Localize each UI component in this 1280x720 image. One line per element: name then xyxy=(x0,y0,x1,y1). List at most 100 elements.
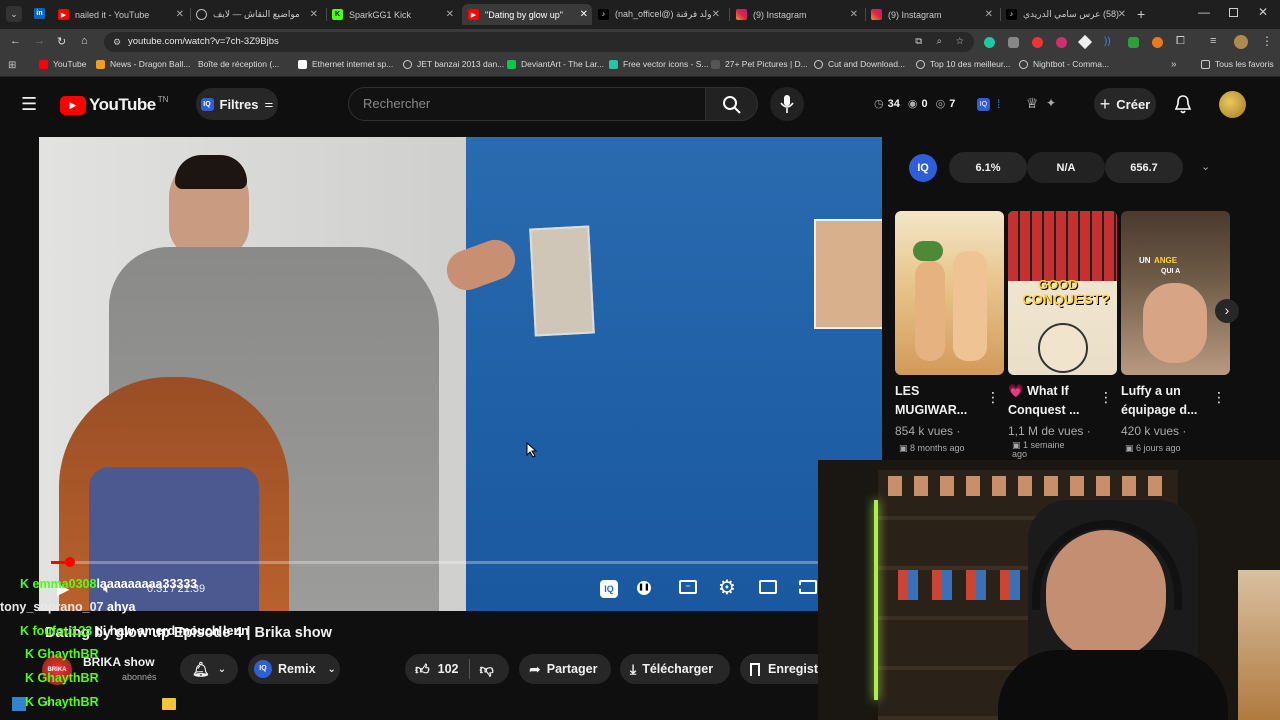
dislike-button[interactable]: 👎︎ xyxy=(480,661,494,678)
apps-grid-icon[interactable]: ⊞ xyxy=(8,60,16,71)
recommendation-title[interactable]: LES MUGIWAR... xyxy=(895,382,987,420)
extension-icon[interactable] xyxy=(984,37,995,48)
tab-close-icon[interactable]: ✕ xyxy=(580,9,588,20)
more-options-icon[interactable]: ⋮ xyxy=(1212,389,1226,406)
recommendation-thumbnail[interactable]: GOOD CONQUEST? xyxy=(1008,211,1117,375)
create-button[interactable]: + Créer xyxy=(1094,88,1156,120)
more-options-icon[interactable]: ⋮ xyxy=(1099,389,1113,406)
extensions-puzzle-icon[interactable]: ⧠ xyxy=(1176,35,1185,48)
iq-badge[interactable]: IQ xyxy=(909,154,937,182)
trophy-icon[interactable]: ♕ xyxy=(1026,95,1039,112)
recommendation-title[interactable]: 💗 What If Conquest ... xyxy=(1008,382,1100,420)
tab-3-active[interactable]: ▶ "Dating by glow up" ✕ xyxy=(462,4,592,25)
site-info-icon[interactable]: ⚙ xyxy=(113,32,121,52)
close-window-icon[interactable]: ✕ xyxy=(1258,5,1268,19)
recommendation-thumbnail[interactable] xyxy=(895,211,1004,375)
bookmark-inbox[interactable]: Boîte de réception (... xyxy=(198,59,279,69)
extension-icon[interactable] xyxy=(1128,37,1139,48)
bookmarks-overflow-icon[interactable]: » xyxy=(1171,59,1177,70)
tab-1[interactable]: مواضيع النقاش — لايف ✕ xyxy=(196,4,322,25)
bookmark-star-icon[interactable]: ☆ xyxy=(955,32,964,52)
notification-bell-button[interactable]: 🔔︎ ⌄ xyxy=(180,654,238,684)
bookmark-deviantart[interactable]: DeviantArt - The Lar... xyxy=(507,59,604,69)
new-tab-plus-icon[interactable]: + xyxy=(1137,6,1145,22)
reading-list-icon[interactable]: ≡ xyxy=(1210,35,1216,47)
file-explorer-icon[interactable] xyxy=(162,698,176,710)
extension-icon[interactable] xyxy=(1056,37,1067,48)
tab-close-icon[interactable]: ✕ xyxy=(310,9,318,20)
taskbar-search-icon[interactable]: ⌕ xyxy=(45,695,52,710)
theater-mode-icon[interactable] xyxy=(759,580,777,594)
tab-0[interactable]: ▶ nailed it - YouTube ✕ xyxy=(58,4,188,25)
bookmark-top10[interactable]: Top 10 des meilleur... xyxy=(916,59,1010,69)
tab-close-icon[interactable]: ✕ xyxy=(850,9,858,20)
browser-menu-icon[interactable]: ⋮ xyxy=(1261,34,1273,48)
sparkle-icon[interactable]: ✦ xyxy=(1046,96,1056,110)
tab-4[interactable]: ♪ ولد فرقنة (@nah_officel) ✕ xyxy=(598,4,724,25)
save-button[interactable]: Enregist xyxy=(740,654,818,684)
hamburger-menu-icon[interactable]: ☰ xyxy=(21,95,37,113)
iq-player-icon[interactable]: IQ xyxy=(600,580,618,598)
video-scrubber-handle[interactable] xyxy=(65,557,75,567)
chevron-down-icon[interactable]: ⌄ xyxy=(1201,160,1210,173)
video-player[interactable]: ▶ 🔈︎ 0:31 / 21:39 IQ ❚❚ ═ ⚙ xyxy=(39,137,882,611)
extension-icon[interactable] xyxy=(1152,37,1163,48)
address-bar[interactable]: ⚙ youtube.com/watch?v=7ch-3Z9Bjbs ⧉ ⌕ ☆ xyxy=(104,32,974,52)
youtube-logo[interactable]: ▶ YouTube TN xyxy=(60,95,168,115)
bookmark-youtube[interactable]: YouTube xyxy=(39,59,86,69)
extension-dot-icon[interactable]: ⁞ xyxy=(997,97,1000,111)
all-bookmarks-folder[interactable]: Tous les favoris xyxy=(1201,59,1274,69)
remix-button[interactable]: IQ Remix ⌄ xyxy=(248,654,340,684)
user-avatar[interactable] xyxy=(1219,91,1246,118)
bookmark-free-vector[interactable]: Free vector icons - S... xyxy=(609,59,709,69)
settings-gear-icon[interactable]: ⚙ xyxy=(718,575,736,600)
recommendation-thumbnail[interactable]: UN ANGE QUI A xyxy=(1121,211,1230,375)
windows-start-icon[interactable] xyxy=(12,697,26,711)
tab-6[interactable]: (9) Instagram ✕ xyxy=(871,4,997,25)
bookmark-cut-download[interactable]: Cut and Download... xyxy=(814,59,905,69)
search-button[interactable] xyxy=(706,87,758,121)
subtitles-icon[interactable]: ═ xyxy=(679,580,697,594)
zoom-icon[interactable]: ⌕ xyxy=(937,32,942,52)
minimize-window-icon[interactable]: — xyxy=(1198,5,1210,19)
back-arrow-icon[interactable]: ← xyxy=(10,35,21,47)
notifications-bell-icon[interactable] xyxy=(1174,94,1192,114)
extension-icon[interactable] xyxy=(1008,37,1019,48)
bookmark-nightbot[interactable]: Nightbot - Comma... xyxy=(1019,59,1109,69)
forward-arrow-icon[interactable]: → xyxy=(34,35,45,47)
tab-close-icon[interactable]: ✕ xyxy=(985,9,993,20)
voice-search-button[interactable] xyxy=(770,87,804,121)
reload-icon[interactable]: ↻ xyxy=(57,35,66,48)
recommendation-title[interactable]: Luffy a un équipage d... xyxy=(1121,382,1213,420)
share-button[interactable]: ➦ Partager xyxy=(519,654,611,684)
home-icon[interactable]: ⌂ xyxy=(81,35,88,47)
extension-icon[interactable]: )) xyxy=(1104,36,1111,47)
tab-close-icon[interactable]: ✕ xyxy=(176,9,184,20)
bookmark-pet-pictures[interactable]: 27+ Pet Pictures | D... xyxy=(711,59,808,69)
tab-close-icon[interactable]: ✕ xyxy=(1118,9,1126,20)
tab-2[interactable]: K SparkGG1 Kick ✕ xyxy=(332,4,458,25)
tab-7[interactable]: ♪ (58) عرس سامي الدريدي ✕ xyxy=(1006,4,1130,25)
linkedin-tab-icon[interactable]: in xyxy=(34,8,45,19)
profile-avatar-icon[interactable] xyxy=(1234,35,1248,49)
extension-icon[interactable] xyxy=(1032,37,1043,48)
autoplay-toggle-icon[interactable]: ❚❚ xyxy=(637,581,651,595)
tab-5[interactable]: (9) Instagram ✕ xyxy=(736,4,862,25)
restore-window-icon[interactable] xyxy=(1229,8,1238,17)
install-app-icon[interactable]: ⧉ xyxy=(915,32,922,52)
download-button[interactable]: ⤓ Télécharger xyxy=(620,654,730,684)
search-input[interactable]: Rechercher xyxy=(348,87,706,121)
carousel-next-button[interactable]: › xyxy=(1215,299,1239,323)
tab-close-icon[interactable]: ✕ xyxy=(446,9,454,20)
tab-search-icon[interactable]: ⌄ xyxy=(6,6,22,22)
more-options-icon[interactable]: ⋮ xyxy=(986,389,1000,406)
video-progress-bar[interactable] xyxy=(51,561,821,564)
filters-button[interactable]: IQ Filtres ⚌ xyxy=(196,88,278,120)
extension-icon[interactable] xyxy=(1077,34,1093,50)
tab-close-icon[interactable]: ✕ xyxy=(712,9,720,20)
bookmark-dragonball[interactable]: News - Dragon Ball... xyxy=(96,59,190,69)
cast-icon[interactable] xyxy=(799,580,817,594)
iq-extension-icon[interactable]: IQ xyxy=(977,98,990,111)
bookmark-ethernet[interactable]: Ethernet internet sp... xyxy=(298,59,393,69)
bookmark-jet-banzai[interactable]: JET banzai 2013 dan... xyxy=(403,59,504,69)
